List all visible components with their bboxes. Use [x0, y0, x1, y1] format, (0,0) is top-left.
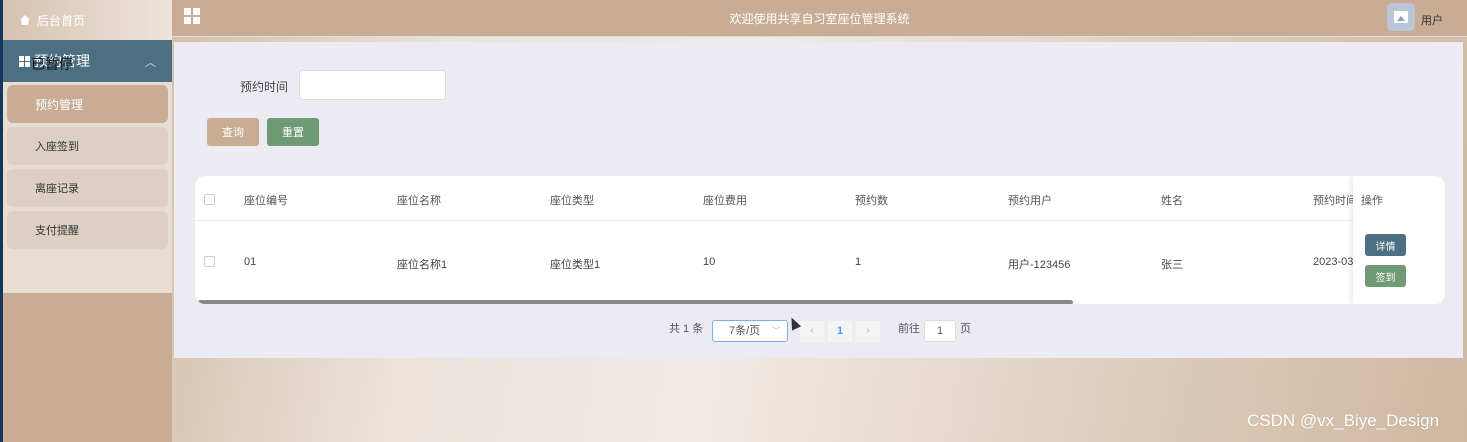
main-content: 预约时间 查询 重置 座位编号 座位名称 座位类型 座位费用 预约数 预约用户 …: [174, 42, 1463, 358]
sidebar-item-label: 预约管理: [35, 97, 84, 112]
sidebar-item-label: 入座签到: [35, 141, 79, 153]
page-size-select[interactable]: 7条/页 ﹀: [712, 320, 788, 342]
table-cell: 10: [703, 256, 716, 268]
column-header[interactable]: 预约用户: [1008, 192, 1052, 208]
query-button[interactable]: 查询: [207, 118, 259, 146]
page-suffix-label: 页: [960, 323, 971, 335]
reservation-table: 座位编号 座位名称 座位类型 座位费用 预约数 预约用户 姓名 预约时间 01 …: [195, 176, 1445, 304]
sidebar-item-checkin[interactable]: 入座签到: [7, 127, 168, 165]
paused-overlay-label: 已暂停: [31, 56, 73, 72]
row-checkbox[interactable]: [204, 256, 215, 267]
operation-column: 操作 详情 签到: [1353, 176, 1445, 304]
operation-header: 操作: [1361, 195, 1383, 207]
goto-label: 前往: [898, 323, 920, 335]
page-number-button[interactable]: 1: [828, 321, 852, 342]
column-header[interactable]: 预约数: [855, 192, 888, 208]
sidebar-item-reservation[interactable]: 预约管理: [7, 85, 168, 123]
table-cell: 用户-123456: [1008, 259, 1071, 271]
table-cell: 01: [244, 256, 257, 268]
column-header[interactable]: 预约时间: [1313, 192, 1357, 208]
column-header[interactable]: 姓名: [1161, 192, 1183, 208]
watermark: CSDN @vx_Biye_Design: [1247, 411, 1440, 430]
sidebar-item-payment-reminder[interactable]: 支付提醒: [7, 211, 168, 249]
grid-icon: [19, 55, 30, 67]
reset-button[interactable]: 重置: [267, 118, 319, 146]
column-header[interactable]: 座位名称: [397, 192, 441, 208]
sidebar-item-label: 支付提醒: [35, 225, 79, 237]
avatar[interactable]: [1387, 3, 1415, 31]
table-cell: 张三: [1161, 259, 1183, 271]
table-cell: 座位名称1: [397, 259, 448, 271]
horizontal-scrollbar[interactable]: [198, 300, 1073, 304]
user-label[interactable]: 用户: [1421, 12, 1443, 28]
sidebar-submenu: 预约管理 入座签到 离座记录 支付提醒: [3, 82, 172, 293]
table-cell: 座位类型1: [550, 259, 601, 271]
chevron-up-icon: ︿: [145, 57, 156, 69]
checkin-button[interactable]: 签到: [1365, 265, 1406, 287]
header-divider: [195, 220, 1445, 221]
sidebar-item-leave-record[interactable]: 离座记录: [7, 169, 168, 207]
sidebar-home-label: 后台首页: [37, 13, 86, 28]
sidebar-group-reservation[interactable]: 预约管理 已暂停 ︿: [3, 40, 172, 82]
column-header[interactable]: 座位类型: [550, 192, 594, 208]
chevron-down-icon: ﹀: [771, 326, 781, 336]
image-icon: [1394, 11, 1408, 23]
sidebar-home[interactable]: 后台首页: [3, 0, 172, 40]
table-cell: 2023-03: [1313, 256, 1354, 268]
goto-page-input[interactable]: 1: [924, 320, 956, 342]
prev-page-button[interactable]: ‹: [800, 321, 824, 342]
reservation-time-label: 预约时间: [240, 80, 289, 94]
table-cell: 1: [855, 256, 862, 268]
pagination-total: 共 1 条: [669, 323, 704, 335]
page-title: 欢迎使用共享自习室座位管理系统: [729, 12, 910, 26]
column-header[interactable]: 座位编号: [244, 192, 288, 208]
column-header[interactable]: 座位费用: [703, 192, 747, 208]
top-bar: 欢迎使用共享自习室座位管理系统 用户: [172, 0, 1467, 37]
detail-button[interactable]: 详情: [1365, 234, 1406, 256]
sidebar: 后台首页 预约管理 已暂停 ︿ 预约管理 入座签到 离座记录 支付提醒: [3, 0, 172, 442]
home-icon: [20, 15, 30, 25]
page-size-value: 7条/页: [729, 325, 761, 337]
next-page-button[interactable]: ›: [856, 321, 880, 342]
sidebar-item-label: 离座记录: [35, 183, 79, 195]
reservation-time-input[interactable]: [299, 70, 446, 100]
select-all-checkbox[interactable]: [204, 194, 215, 205]
